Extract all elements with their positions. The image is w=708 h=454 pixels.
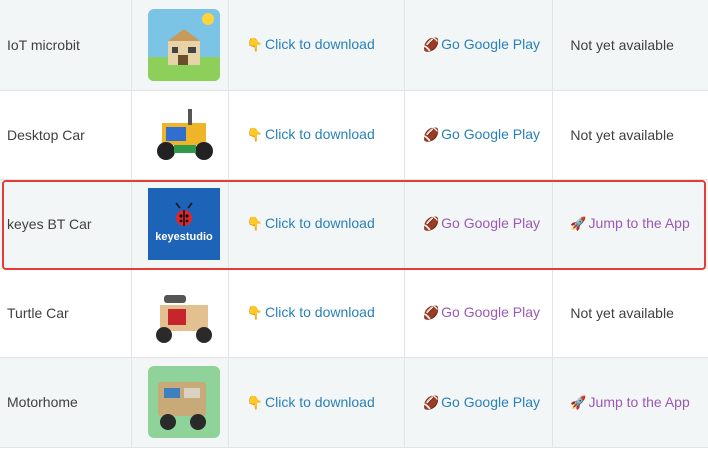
- download-link[interactable]: Click to download: [265, 36, 375, 52]
- google-play-link[interactable]: Go Google Play: [441, 394, 540, 410]
- product-name: Turtle Car: [0, 268, 132, 358]
- pointing-down-hand-icon: 👇: [246, 305, 263, 320]
- pointing-down-hand-icon: 👇: [246, 37, 263, 53]
- download-link[interactable]: Click to download: [265, 215, 375, 231]
- google-play-link[interactable]: Go Google Play: [441, 215, 540, 231]
- table-row: Motorhome 👇 Click to download 🏈 Go Google …: [0, 357, 708, 448]
- download-link[interactable]: Click to download: [265, 304, 375, 320]
- google-play-link[interactable]: Go Google Play: [441, 126, 540, 142]
- product-name: Desktop Car: [0, 90, 132, 180]
- app-download-table: IoT microbit 👇 Click to download 🏈 Go Goog…: [0, 0, 708, 448]
- keyestudio-logo-thumbnail[interactable]: keyestudio: [147, 187, 220, 260]
- product-name: Motorhome: [0, 357, 132, 448]
- desktop-car-thumbnail[interactable]: [147, 98, 220, 171]
- table-row: Desktop Car 👇 Click to download 🏈 Go Googl…: [0, 90, 708, 180]
- app-status: Not yet available: [552, 0, 708, 91]
- download-link[interactable]: Click to download: [265, 126, 375, 142]
- football-icon: 🏈: [422, 216, 440, 231]
- football-icon: 🏈: [422, 305, 440, 320]
- football-icon: 🏈: [422, 127, 440, 142]
- rocket-icon: 🚀: [570, 216, 587, 231]
- football-icon: 🏈: [422, 394, 440, 410]
- table-row: IoT microbit 👇 Click to download 🏈 Go Goog…: [0, 0, 708, 91]
- google-play-link[interactable]: Go Google Play: [441, 36, 540, 52]
- product-name: IoT microbit: [0, 0, 132, 91]
- logo-text: keyestudio: [155, 231, 213, 243]
- football-icon: 🏈: [422, 37, 440, 53]
- app-link[interactable]: Jump to the App: [589, 215, 690, 231]
- app-link[interactable]: Jump to the App: [589, 394, 690, 410]
- app-status: Not yet available: [552, 90, 708, 180]
- google-play-link[interactable]: Go Google Play: [441, 304, 540, 320]
- download-link[interactable]: Click to download: [265, 394, 375, 410]
- product-name: keyes BT Car: [0, 179, 132, 269]
- table-row: Turtle Car 👇 Click to download 🏈 Go Google…: [0, 268, 708, 358]
- rocket-icon: 🚀: [570, 394, 587, 410]
- motorhome-thumbnail[interactable]: [147, 366, 220, 438]
- iot-microbit-thumbnail[interactable]: [147, 8, 220, 81]
- app-status: Not yet available: [552, 268, 708, 358]
- table-row: keyes BT Car keyestudio 👇 Click to downlo…: [0, 179, 708, 269]
- pointing-down-hand-icon: 👇: [246, 216, 263, 231]
- turtle-car-thumbnail[interactable]: [147, 276, 220, 349]
- pointing-down-hand-icon: 👇: [246, 127, 263, 142]
- pointing-down-hand-icon: 👇: [246, 394, 263, 410]
